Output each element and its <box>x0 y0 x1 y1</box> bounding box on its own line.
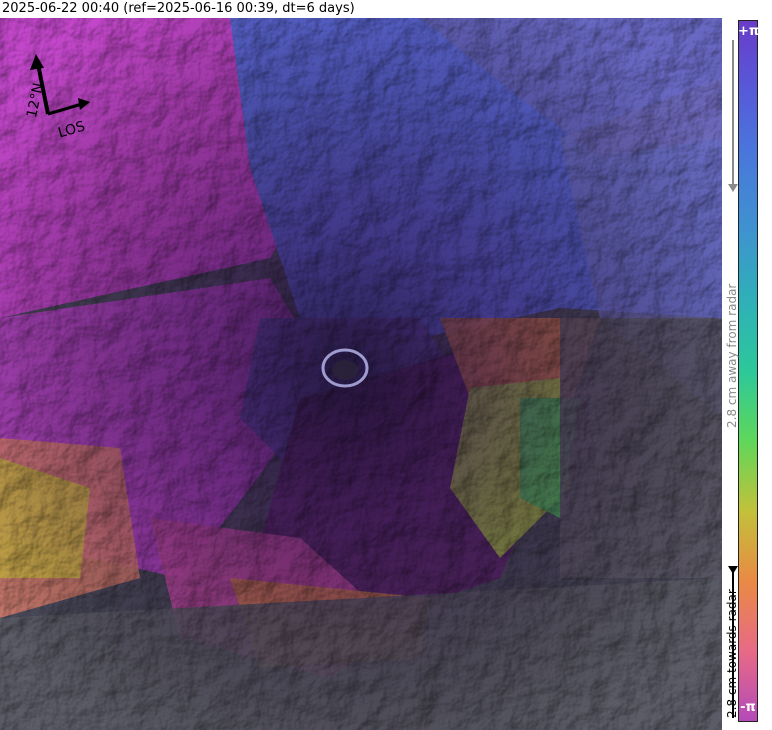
interferogram-image <box>0 18 722 730</box>
away-arrow-line <box>732 40 734 190</box>
image-title: 2025-06-22 00:40 (ref=2025-06-16 00:39, … <box>0 0 722 18</box>
phase-colorbar: +π -π 2.8 cm away from radar 2.8 cm towa… <box>722 18 772 730</box>
towards-arrow-head <box>728 566 738 574</box>
away-arrow-head <box>728 184 738 192</box>
colorbar-bottom-symbol: -π <box>740 700 756 715</box>
away-from-radar-label: 2.8 cm away from radar <box>725 283 739 428</box>
towards-radar-label: 2.8 cm towards radar <box>725 589 739 718</box>
colorbar-gradient <box>738 20 758 722</box>
colorbar-top-symbol: +π <box>738 24 760 39</box>
interferogram-map: 12°N LOS <box>0 18 722 730</box>
